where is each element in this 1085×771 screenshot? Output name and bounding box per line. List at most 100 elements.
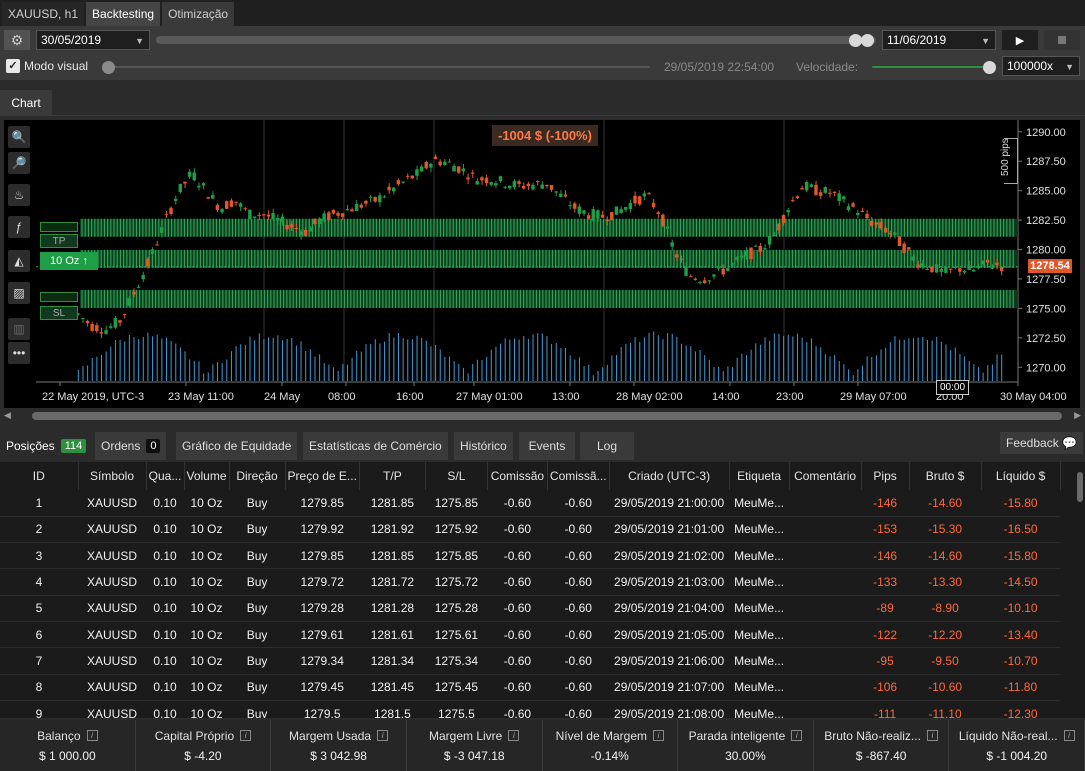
visual-mode-checkbox[interactable]: ✓ xyxy=(6,59,20,73)
summary-value: $ -4.20 xyxy=(184,748,222,763)
start-date-picker[interactable]: 30/05/2019 ▼ xyxy=(36,30,150,50)
info-icon[interactable]: i xyxy=(508,730,520,741)
column-header[interactable]: ID xyxy=(0,462,79,490)
zoom-in-icon[interactable]: 🔍 xyxy=(8,126,30,148)
tp-marker[interactable]: TP xyxy=(40,234,78,248)
summary-label-row: Margem Usada i xyxy=(289,729,389,743)
table-cell: 1275.61 xyxy=(425,621,488,649)
candle-body xyxy=(814,184,818,196)
table-row[interactable]: 3 XAUUSD 0.10 10 Oz Buy 1279.85 1281.85 1275.85… xyxy=(0,542,1061,570)
candle-body xyxy=(679,258,684,260)
tab-symbol[interactable]: XAUUSD, h1 xyxy=(2,2,85,26)
tab-orders[interactable]: Ordens 0 xyxy=(95,432,167,460)
candle-body xyxy=(211,195,215,199)
info-icon[interactable]: i xyxy=(377,730,389,741)
tab-trade-statistics[interactable]: Estatísticas de Comércio xyxy=(303,432,448,460)
end-date-picker[interactable]: 11/06/2019 ▼ xyxy=(882,30,996,50)
sl-marker[interactable]: SL xyxy=(40,306,78,320)
table-row[interactable]: 8 XAUUSD 0.10 10 Oz Buy 1279.45 1281.45 1275.45… xyxy=(0,674,1061,701)
scroll-thumb[interactable] xyxy=(1077,472,1083,502)
candle-body xyxy=(489,182,493,185)
table-row[interactable]: 7 XAUUSD 0.10 10 Oz Buy 1279.34 1281.34 1275.34… xyxy=(0,647,1061,675)
table-cell: 0.10 xyxy=(146,621,184,649)
tab-events[interactable]: Events xyxy=(519,432,575,460)
tab-optimization[interactable]: Otimização xyxy=(162,2,235,26)
more-icon[interactable]: ••• xyxy=(8,342,30,364)
scroll-left-icon[interactable]: ◀ xyxy=(4,410,11,421)
column-header[interactable]: Líquido $ xyxy=(981,462,1061,490)
table-cell: -0.60 xyxy=(487,621,548,649)
tab-backtesting[interactable]: Backtesting xyxy=(86,2,161,26)
column-header[interactable]: Comentário xyxy=(789,462,862,490)
price-chart[interactable]: 1290.00 1287.50 1285.00 1282.50 1280.00 1277.… xyxy=(4,120,1080,408)
info-icon[interactable]: i xyxy=(926,730,938,741)
current-time: 29/05/2019 22:54:00 xyxy=(664,60,775,74)
info-icon[interactable]: i xyxy=(653,730,664,741)
table-cell: -15.80 xyxy=(981,490,1061,517)
column-header[interactable]: Criado (UTC-3) xyxy=(609,462,730,490)
table-row[interactable]: 5 XAUUSD 0.10 10 Oz Buy 1279.28 1281.28 1275.28… xyxy=(0,595,1061,622)
info-icon[interactable]: i xyxy=(791,730,803,741)
table-row[interactable]: 1 XAUUSD 0.10 10 Oz Buy 1279.85 1281.85 1275.85… xyxy=(0,490,1061,517)
column-header[interactable]: Bruto $ xyxy=(909,462,982,490)
tab-chart[interactable]: Chart xyxy=(0,90,52,116)
column-header[interactable]: S/L xyxy=(425,462,488,490)
quick-trade-icon[interactable]: ▨ xyxy=(8,282,30,304)
column-header[interactable]: Qua... xyxy=(146,462,185,490)
tab-positions[interactable]: Posições 114 xyxy=(0,432,93,460)
stop-button[interactable] xyxy=(1044,30,1080,50)
column-header[interactable]: Pips xyxy=(861,462,910,490)
candle-body xyxy=(879,222,883,229)
table-row[interactable]: 4 XAUUSD 0.10 10 Oz Buy 1279.72 1281.72 1275.72… xyxy=(0,568,1061,596)
play-button[interactable]: ▶ xyxy=(1002,30,1038,50)
table-row[interactable]: 2 XAUUSD 0.10 10 Oz Buy 1279.92 1281.92 1275.92… xyxy=(0,516,1061,544)
table-vertical-scrollbar[interactable] xyxy=(1075,462,1085,718)
table-cell: 3 xyxy=(0,542,78,570)
position-volume-marker[interactable]: 10 Oz ↑ xyxy=(40,252,98,270)
date-range-slider[interactable] xyxy=(156,36,876,44)
progress-handle[interactable] xyxy=(102,61,115,74)
tab-equity-chart[interactable]: Gráfico de Equidade xyxy=(176,432,298,460)
table-cell: MeuMe... xyxy=(729,516,790,544)
scroll-thumb[interactable] xyxy=(32,412,1062,420)
top-tab-bar: XAUUSD, h1 Backtesting Otimização xyxy=(0,0,1085,26)
feedback-button[interactable]: Feedback 💬 xyxy=(1000,432,1083,454)
table-row[interactable]: 9 XAUUSD 0.10 10 Oz Buy 1279.5 1281.5 1275.5 -0.… xyxy=(0,700,1061,718)
candle-body xyxy=(624,207,628,210)
tab-log[interactable]: Log xyxy=(580,432,634,460)
zoom-out-icon[interactable]: 🔎 xyxy=(8,152,30,174)
current-price-tag: 1278.54 xyxy=(1028,259,1072,273)
indicator-icon[interactable]: ƒ xyxy=(8,216,30,238)
column-header[interactable]: Preço de E... xyxy=(285,462,360,490)
gear-icon[interactable]: ⚙ xyxy=(4,30,30,50)
candle-body xyxy=(215,204,220,211)
candle-body xyxy=(438,161,442,166)
progress-slider[interactable] xyxy=(104,66,650,68)
column-header[interactable]: Etiqueta xyxy=(729,462,790,490)
scroll-right-icon[interactable]: ▶ xyxy=(1074,410,1081,421)
table-cell: -111 xyxy=(861,700,910,718)
column-header[interactable]: T/P xyxy=(359,462,426,490)
table-cell: Buy xyxy=(229,621,286,649)
chart-horizontal-scrollbar[interactable]: ◀ ▶ xyxy=(0,408,1085,424)
column-header[interactable]: Comissão xyxy=(487,462,548,490)
column-header[interactable]: Símbolo xyxy=(78,462,147,490)
speed-slider[interactable] xyxy=(872,66,990,68)
speed-select[interactable]: 100000x ▼ xyxy=(1002,56,1080,76)
candle-body xyxy=(902,243,906,253)
column-header[interactable]: Comissã... xyxy=(547,462,610,490)
bot-icon[interactable]: ▥ xyxy=(8,318,30,340)
column-header[interactable]: Volume xyxy=(184,462,230,490)
range-end-handle[interactable] xyxy=(861,34,874,47)
info-icon[interactable]: i xyxy=(86,730,98,741)
tab-history[interactable]: Histórico xyxy=(454,432,513,460)
column-header[interactable]: Direção xyxy=(229,462,286,490)
table-row[interactable]: 6 XAUUSD 0.10 10 Oz Buy 1279.61 1281.61 1275.61… xyxy=(0,621,1061,649)
chart-type-icon[interactable]: ♨ xyxy=(8,184,30,206)
info-icon[interactable]: i xyxy=(240,730,252,741)
drawing-tools-icon[interactable]: ◭ xyxy=(8,250,30,272)
candle-body xyxy=(303,229,308,236)
speed-handle[interactable] xyxy=(983,61,996,74)
info-icon[interactable]: i xyxy=(1063,730,1075,741)
table-cell: 0.10 xyxy=(146,700,184,718)
